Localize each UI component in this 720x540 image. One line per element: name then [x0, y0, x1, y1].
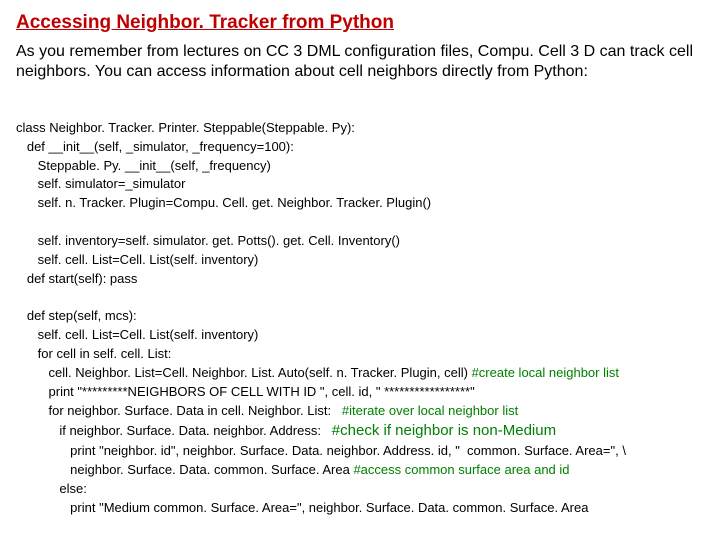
code-comment: #create local neighbor list: [472, 365, 619, 380]
code-line: print "*********NEIGHBORS OF CELL WITH I…: [16, 384, 475, 399]
intro-paragraph: As you remember from lectures on CC 3 DM…: [16, 42, 704, 82]
code-comment: #iterate over local neighbor list: [342, 403, 518, 418]
code-line: def start(self): pass: [16, 271, 137, 286]
code-line: else:: [16, 481, 87, 496]
code-line: print "neighbor. id", neighbor. Surface.…: [16, 443, 626, 458]
code-line: neighbor. Surface. Data. common. Surface…: [16, 462, 353, 477]
code-line: print "Medium common. Surface. Area=", n…: [16, 500, 588, 515]
code-line: self. inventory=self. simulator. get. Po…: [16, 233, 400, 248]
code-line: self. n. Tracker. Plugin=Compu. Cell. ge…: [16, 195, 431, 210]
code-line: for neighbor. Surface. Data in cell. Nei…: [16, 403, 342, 418]
code-line: self. simulator=_simulator: [16, 176, 185, 191]
code-line: Steppable. Py. __init__(self, _frequency…: [16, 158, 271, 173]
code-comment: #check if neighbor is non-Medium: [332, 422, 556, 439]
code-line: if neighbor. Surface. Data. neighbor. Ad…: [16, 423, 332, 438]
page-title: Accessing Neighbor. Tracker from Python: [16, 12, 704, 34]
code-line: def step(self, mcs):: [16, 308, 137, 323]
code-line: for cell in self. cell. List:: [16, 346, 171, 361]
code-line: class Neighbor. Tracker. Printer. Steppa…: [16, 120, 355, 135]
code-line: self. cell. List=Cell. List(self. invent…: [16, 327, 258, 342]
code-line: def __init__(self, _simulator, _frequenc…: [16, 139, 294, 154]
code-block: class Neighbor. Tracker. Printer. Steppa…: [16, 100, 704, 517]
code-line: self. cell. List=Cell. List(self. invent…: [16, 252, 258, 267]
code-comment: #access common surface area and id: [353, 462, 569, 477]
code-line: cell. Neighbor. List=Cell. Neighbor. Lis…: [16, 365, 472, 380]
